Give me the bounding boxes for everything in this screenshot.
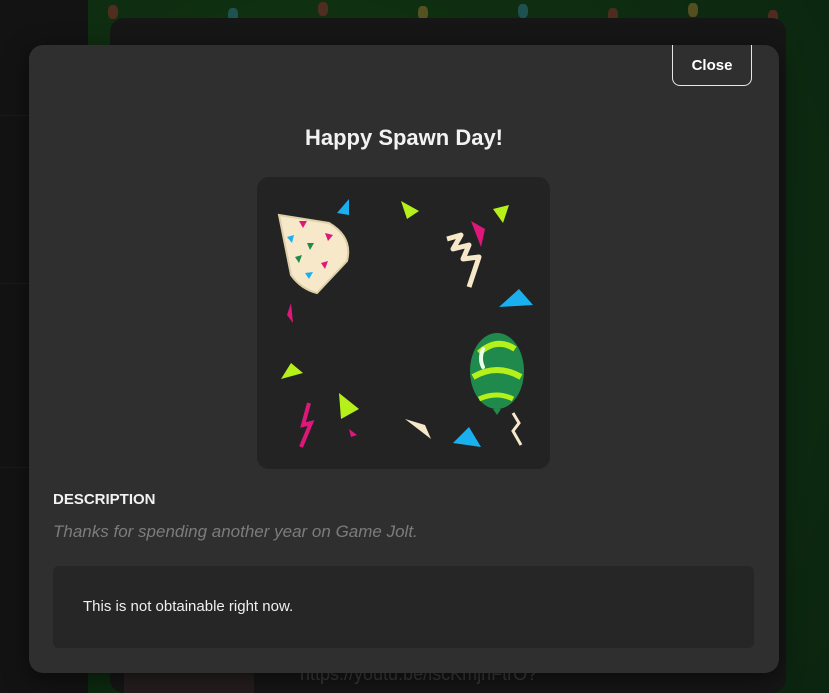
trophy-artwork <box>257 177 550 469</box>
party-hat-icon <box>277 213 350 295</box>
description-heading: DESCRIPTION <box>53 491 156 508</box>
availability-notice: This is not obtainable right now. <box>53 566 754 648</box>
modal-title: Happy Spawn Day! <box>304 125 504 150</box>
confetti-icon <box>277 199 533 448</box>
trophy-modal: Close Happy Spawn Day! DESCRIPTION Thank… <box>29 45 779 673</box>
availability-notice-text: This is not obtainable right now. <box>83 598 294 615</box>
description-text: Thanks for spending another year on Game… <box>53 522 418 541</box>
balloon-icon <box>470 333 524 415</box>
streamer-icon <box>446 232 482 288</box>
close-button[interactable]: Close <box>672 45 752 86</box>
